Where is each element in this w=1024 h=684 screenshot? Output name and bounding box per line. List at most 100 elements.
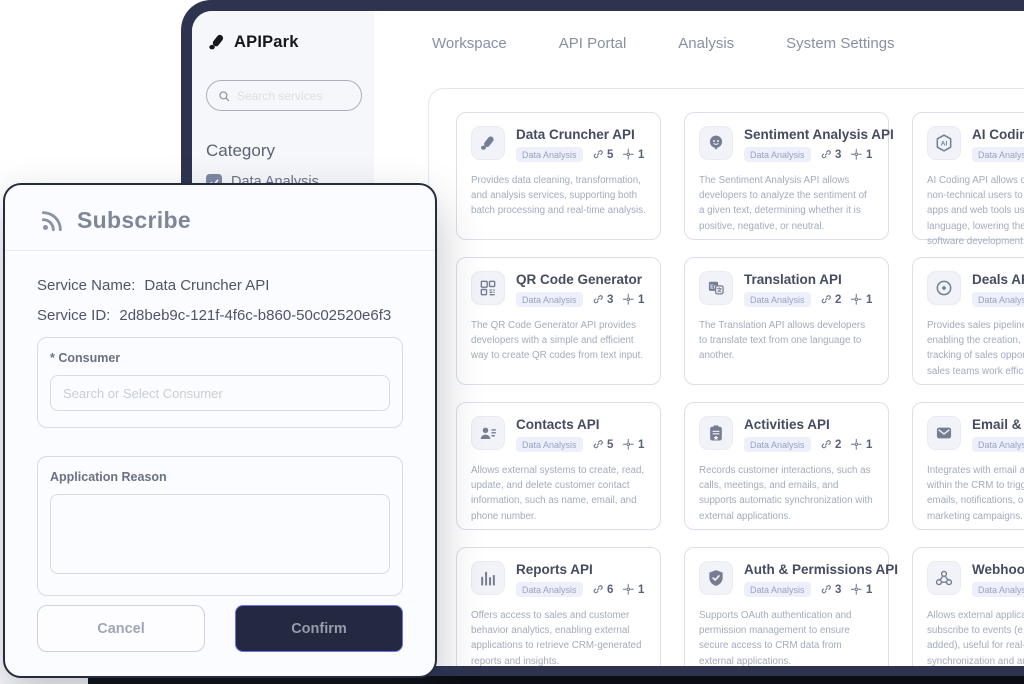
service-id-label: Service ID: [37,307,110,324]
application-reason-label: Application Reason [50,470,390,484]
logo: APIPark [206,31,362,53]
api-card-description: Provides sales pipeline management, enab… [927,318,1024,379]
sidebar-search-input[interactable] [237,89,351,103]
cancel-button[interactable]: Cancel [37,605,205,652]
api-card-description: Supports OAuth authentication and permis… [699,608,874,666]
category-tag: Data Analysis [744,147,811,162]
deploy-count: 1 [850,438,872,451]
deploy-count: 1 [850,148,872,161]
sidebar-search[interactable] [206,80,362,111]
api-card-reports[interactable]: Reports API Data Analysis 6 1 Offers acc… [456,547,661,666]
deploy-count: 1 [622,438,644,451]
category-tag: Data Analysis [972,292,1024,307]
api-card-activities[interactable]: Activities API Data Analysis 2 1 Records… [684,402,889,530]
api-card-sentiment-analysis[interactable]: Sentiment Analysis API Data Analysis 3 1… [684,112,889,240]
nav-item-api-portal[interactable]: API Portal [559,35,627,52]
category-tag: Data Analysis [744,292,811,307]
api-card-email-messaging[interactable]: Email & Messaging Data Analysis Integrat… [912,402,1024,530]
contacts-icon [471,416,505,450]
api-card-translation[interactable]: Translation API Data Analysis 2 1 The Tr… [684,257,889,385]
apipark-logo-icon [206,31,228,53]
deploy-icon [850,583,863,596]
deals-icon [927,271,961,305]
api-card-description: Allows external applications to subscrib… [927,608,1024,666]
deploy-count: 1 [850,583,872,596]
api-card-title: Deals API [972,272,1024,287]
translation-icon [699,271,733,305]
logo-text: APIPark [234,33,299,52]
endpoint-count: 3 [592,293,614,306]
category-tag: Data Analysis [972,437,1024,452]
link-icon [592,583,605,596]
endpoint-count: 3 [820,583,842,596]
deploy-icon [850,438,863,451]
link-icon [820,148,833,161]
consumer-fieldbox: * Consumer [37,337,403,428]
api-card-title: Sentiment Analysis API [744,127,894,142]
service-name-label: Service Name: [37,277,135,294]
endpoint-count: 6 [592,583,614,596]
category-tag: Data Analysis [972,582,1024,597]
deploy-icon [622,438,635,451]
endpoint-count: 3 [820,148,842,161]
api-card-qr-code-generator[interactable]: QR Code Generator Data Analysis 3 1 The … [456,257,661,385]
api-card-description: Provides data cleaning, transformation, … [471,173,646,219]
category-tag: Data Analysis [516,582,583,597]
application-reason-textarea[interactable] [50,494,390,574]
api-card-title: Auth & Permissions API [744,562,898,577]
api-card-description: Offers access to sales and customer beha… [471,608,646,666]
deploy-icon [850,148,863,161]
endpoint-count: 5 [592,438,614,451]
api-card-data-cruncher[interactable]: Data Cruncher API Data Analysis 5 1 Prov… [456,112,661,240]
category-tag: Data Analysis [744,582,811,597]
link-icon [592,148,605,161]
category-tag: Data Analysis [516,147,583,162]
deploy-icon [850,293,863,306]
consumer-label: * Consumer [50,351,390,365]
api-card-description: Records customer interactions, such as c… [699,463,874,524]
category-tag: Data Analysis [972,147,1024,162]
category-tag: Data Analysis [516,437,583,452]
service-name-value: Data Cruncher API [144,277,269,294]
endpoint-count: 2 [820,438,842,451]
qr-code-icon [471,271,505,305]
api-card-contacts[interactable]: Contacts API Data Analysis 5 1 Allows ex… [456,402,661,530]
data-cruncher-icon [471,126,505,160]
application-reason-fieldbox: Application Reason [37,456,403,596]
top-nav: Workspace API Portal Analysis System Set… [432,35,895,52]
confirm-button[interactable]: Confirm [235,605,403,652]
category-heading: Category [206,141,362,161]
service-id-row: Service ID:2d8beb9c-121f-4f6c-b860-50c02… [37,307,403,324]
api-card-auth-permissions[interactable]: Auth & Permissions API Data Analysis 3 1… [684,547,889,666]
nav-item-analysis[interactable]: Analysis [678,35,734,52]
deploy-count: 1 [622,583,644,596]
api-cards-grid: Data Cruncher API Data Analysis 5 1 Prov… [429,89,1024,666]
deploy-count: 1 [622,293,644,306]
subscribe-modal-header: Subscribe [5,185,435,251]
deploy-count: 1 [850,293,872,306]
nav-item-system-settings[interactable]: System Settings [786,35,894,52]
api-card-description: AI Coding API allows developers and non-… [927,173,1024,249]
api-card-deals[interactable]: Deals API Data Analysis Provides sales p… [912,257,1024,385]
service-name-row: Service Name: Data Cruncher API [37,277,403,294]
api-card-description: The Translation API allows developers to… [699,318,874,364]
api-card-webhook[interactable]: Webhook API Data Analysis Allows externa… [912,547,1024,666]
consumer-select-input[interactable] [50,375,390,411]
nav-item-workspace[interactable]: Workspace [432,35,507,52]
link-icon [820,293,833,306]
api-card-title: Data Cruncher API [516,127,644,142]
subscribe-modal-body: Service Name: Data Cruncher API Service I… [5,251,435,596]
deploy-count: 1 [622,148,644,161]
api-card-title: AI Coding API [972,127,1024,142]
services-panel: Data Cruncher API Data Analysis 5 1 Prov… [428,88,1024,666]
screenshot-canvas: APIPark Category Data Analysis Workspace [0,0,1024,684]
ai-coding-icon [927,126,961,160]
email-icon [927,416,961,450]
link-icon [820,583,833,596]
link-icon [592,293,605,306]
api-card-ai-coding[interactable]: AI Coding API Data Analysis AI Coding AP… [912,112,1024,240]
link-icon [820,438,833,451]
auth-shield-icon [699,561,733,595]
api-card-title: Reports API [516,562,644,577]
api-card-title: Translation API [744,272,872,287]
